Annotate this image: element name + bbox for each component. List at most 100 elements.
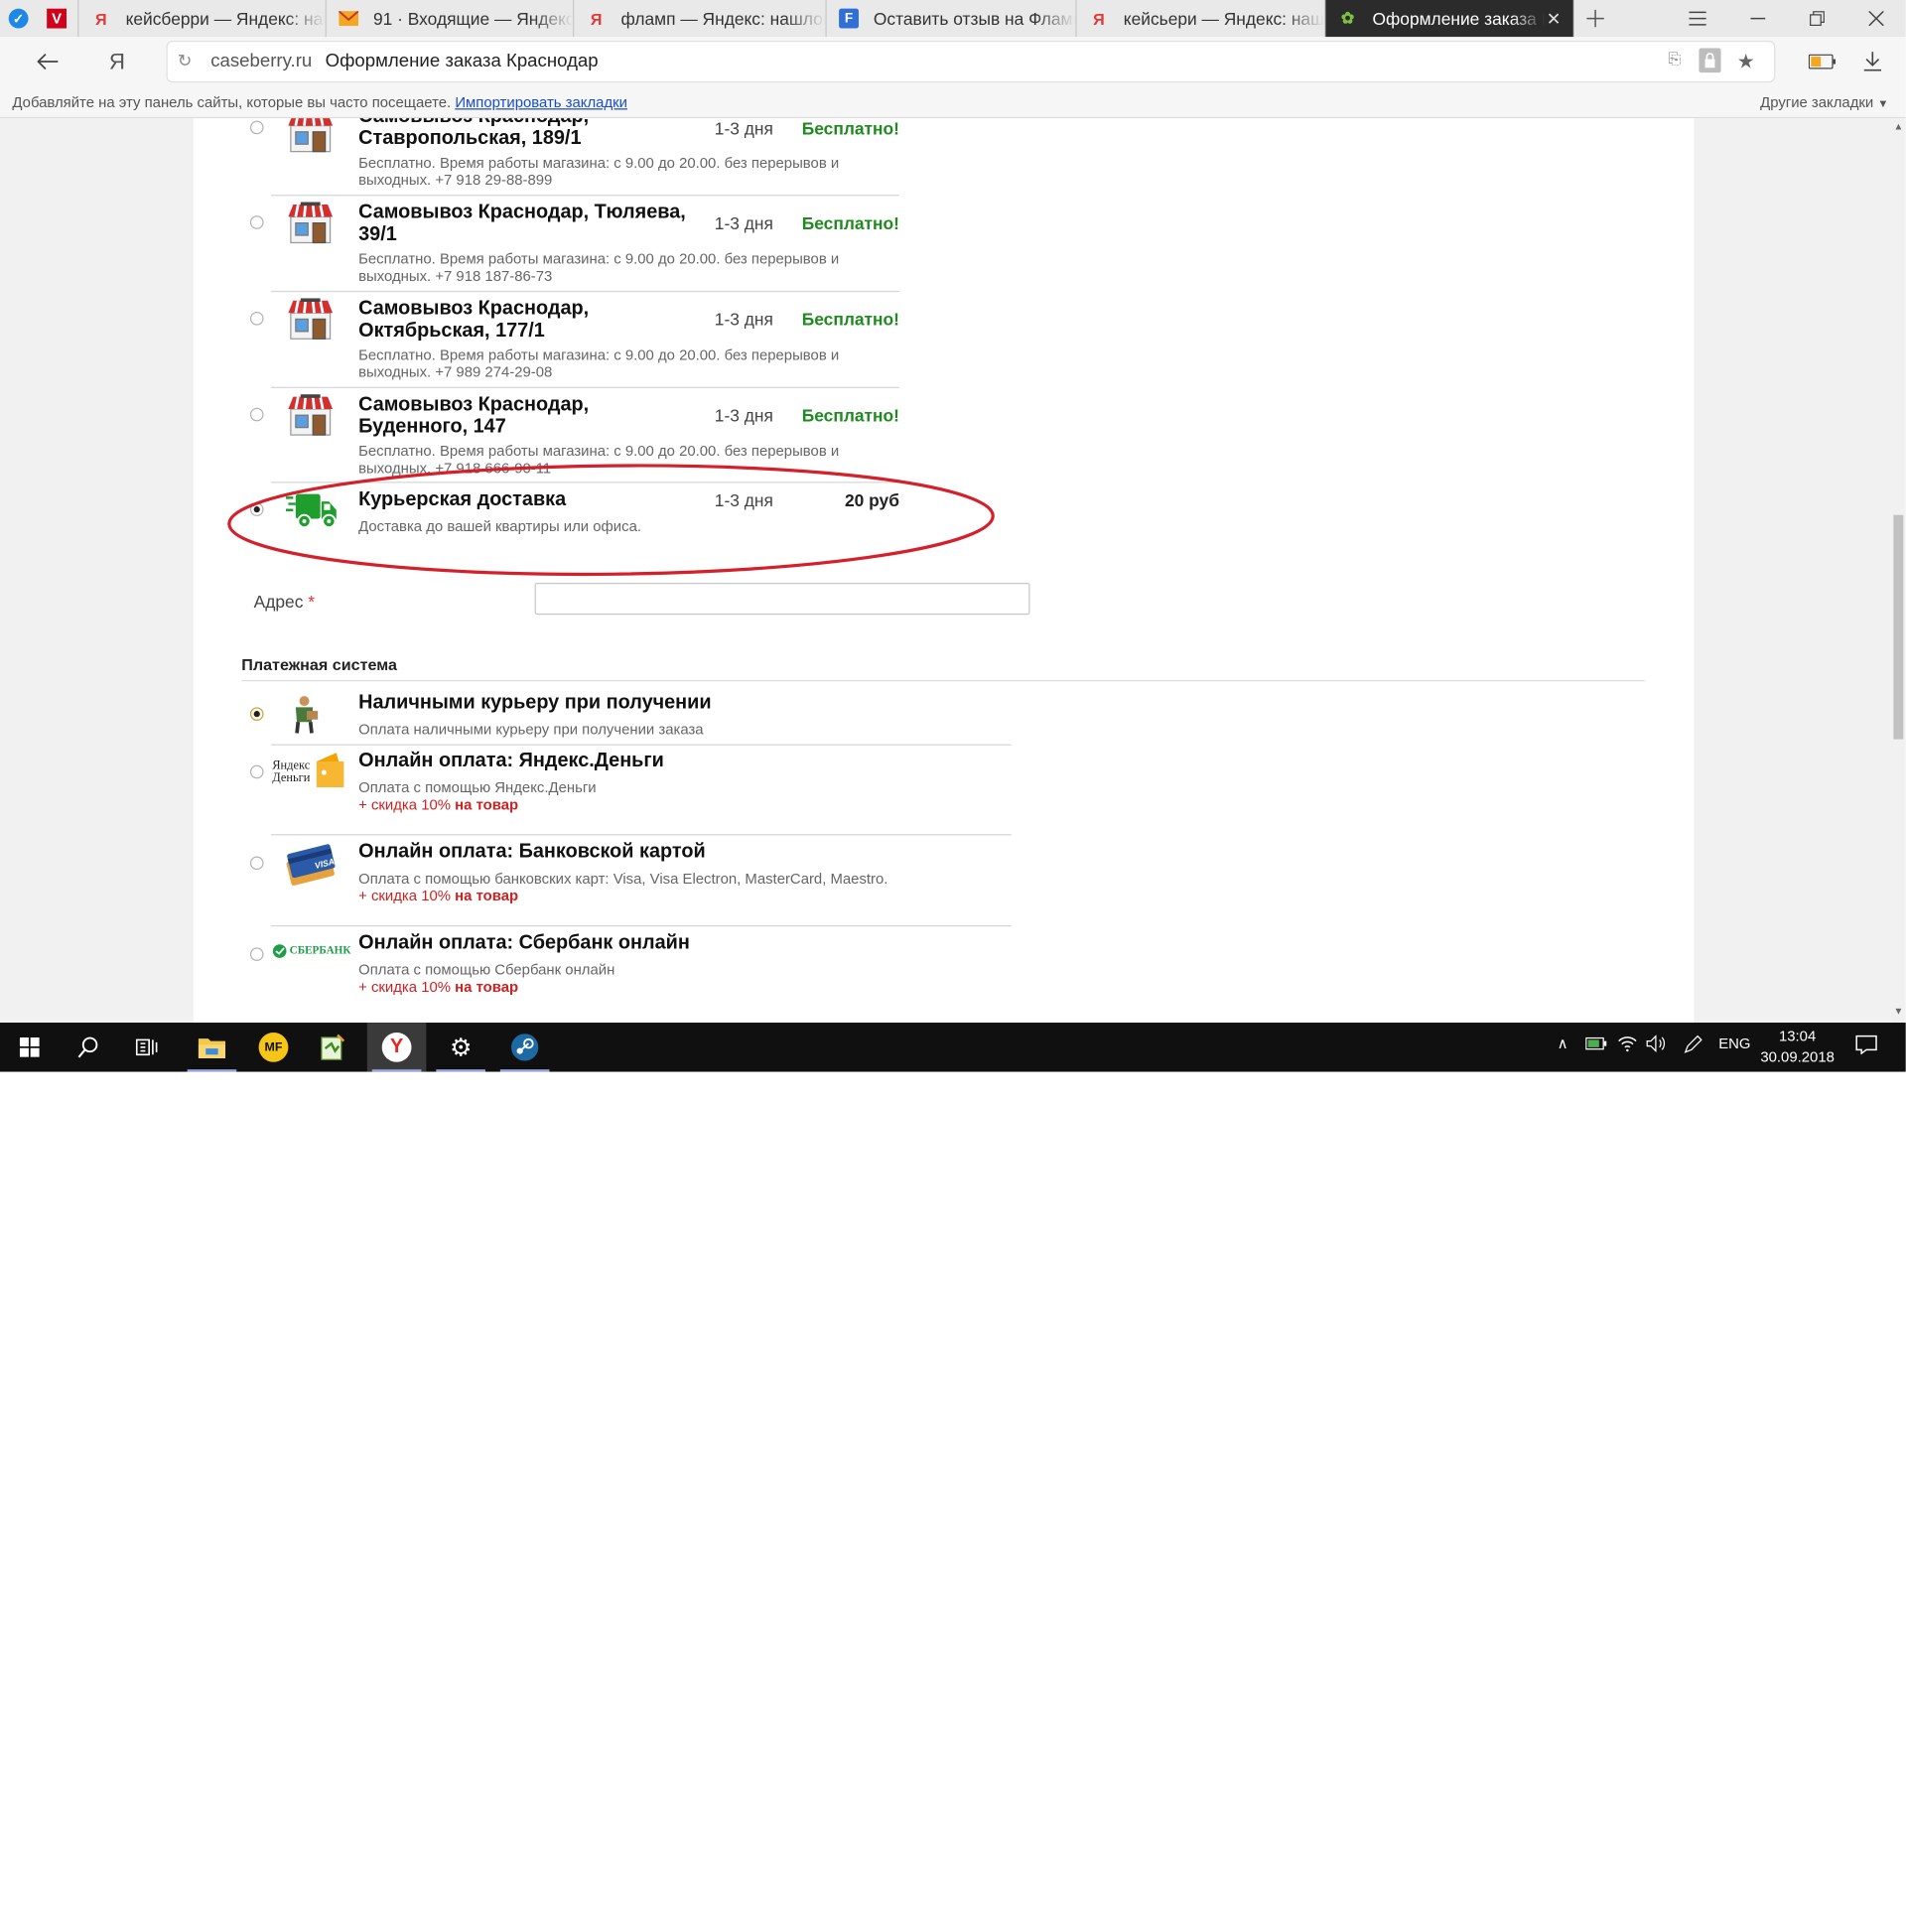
delivery-description: Бесплатно. Время работы магазина: с 9.00… xyxy=(358,249,840,285)
payment-radio-checked[interactable] xyxy=(249,707,264,721)
bank-cards-icon: VISA xyxy=(282,842,339,893)
hamburger-menu-icon[interactable] xyxy=(1670,0,1726,37)
mail-icon xyxy=(339,9,359,29)
tab-title: 91 · Входящие — Яндекс.Почта xyxy=(373,8,574,29)
delivery-price: Бесплатно! xyxy=(801,405,899,426)
scrollbar-thumb[interactable] xyxy=(1893,514,1904,740)
pen-workspace-icon[interactable] xyxy=(1683,1035,1702,1058)
discount-percent: + скидка 10% xyxy=(358,795,452,814)
delivery-title: Самовывоз Краснодар, Октябрьская, 177/1 xyxy=(358,298,590,342)
battery-icon[interactable] xyxy=(1585,1035,1607,1055)
vivaldi-v-icon: V xyxy=(47,8,68,29)
payment-title: Онлайн оплата: Сбербанк онлайн xyxy=(358,932,690,954)
windows-taskbar: MF Y ⚙ ∧ ENG 13:04 30.09.2018 xyxy=(0,1023,1906,1072)
navigation-bar: Я ↻ caseberry.ru Оформление заказа Красн… xyxy=(0,37,1906,86)
yandex-browser-icon[interactable]: Y xyxy=(366,1023,427,1072)
store-icon xyxy=(286,118,336,159)
bookmarks-hint-text: Добавляйте на эту панель сайты, которые … xyxy=(12,93,452,111)
page-viewport: Самовывоз Краснодар, Ставропольская, 189… xyxy=(0,118,1891,1024)
new-tab-button[interactable] xyxy=(1567,0,1624,37)
steam-icon[interactable] xyxy=(495,1023,555,1072)
courier-icon xyxy=(287,695,322,741)
scroll-down-arrow-icon[interactable]: ▼ xyxy=(1892,1006,1904,1021)
tab-4[interactable]: F Оставить отзыв на Фламп xyxy=(827,0,1077,38)
vertical-scrollbar[interactable]: ▲ ▼ xyxy=(1890,118,1906,1024)
yandex-money-logo-text: Яндекс Деньги xyxy=(272,759,311,785)
other-bookmarks-label: Другие закладки xyxy=(1760,93,1874,111)
delivery-price: Бесплатно! xyxy=(801,118,899,138)
discount-target: на товар xyxy=(455,887,519,904)
delivery-days: 1-3 дня xyxy=(714,405,773,426)
action-center-icon[interactable] xyxy=(1855,1035,1877,1058)
close-window-icon[interactable] xyxy=(1848,0,1905,37)
back-arrow-icon[interactable] xyxy=(30,43,67,79)
bookmarks-hint: Добавляйте на эту панель сайты, которые … xyxy=(12,93,627,110)
divider xyxy=(271,744,1012,746)
address-label: Адрес * xyxy=(254,592,315,612)
omnibox[interactable]: ↻ caseberry.ru Оформление заказа Краснод… xyxy=(167,42,1775,81)
delivery-radio[interactable] xyxy=(249,215,264,229)
mf-app-icon[interactable]: MF xyxy=(244,1023,304,1072)
delivery-title: Самовывоз Краснодар, Ставропольская, 189… xyxy=(358,118,589,150)
wifi-icon[interactable] xyxy=(1617,1035,1637,1055)
discount-note: + скидка 10% на товар xyxy=(358,888,518,904)
tab-3[interactable]: Я фламп — Яндекс: нашлось xyxy=(574,0,827,38)
delivery-days: 1-3 дня xyxy=(714,309,773,330)
divider xyxy=(271,195,899,197)
windows-start-icon[interactable] xyxy=(0,1023,60,1072)
input-language[interactable]: ENG xyxy=(1718,1035,1750,1051)
tab-1[interactable]: Я кейсберри — Яндекс: нашлось xyxy=(78,0,327,38)
delivery-radio[interactable] xyxy=(249,120,264,135)
battery-saver-icon[interactable] xyxy=(1804,43,1840,79)
downloads-icon[interactable] xyxy=(1854,43,1891,79)
other-bookmarks-button[interactable]: Другие закладки ▼ xyxy=(1760,93,1888,110)
yandex-home-icon[interactable]: Я xyxy=(98,43,135,79)
chevron-up-icon[interactable]: ∧ xyxy=(1558,1035,1568,1051)
tab-2[interactable]: 91 · Входящие — Яндекс.Почта xyxy=(327,0,575,38)
payment-radio[interactable] xyxy=(249,764,264,779)
discount-target: на товар xyxy=(455,978,519,996)
clock-date: 30.09.2018 xyxy=(1760,1048,1835,1066)
tab-6-active[interactable]: ✿ Оформление заказа Краснодар ✕ xyxy=(1325,0,1574,38)
tab-title: Оформление заказа Краснодар xyxy=(1372,8,1545,29)
delivery-radio[interactable] xyxy=(249,311,264,326)
divider xyxy=(271,924,1012,927)
delivery-price: Бесплатно! xyxy=(801,212,899,233)
tab-5[interactable]: Я кейсьери — Яндекс: нашлось xyxy=(1077,0,1326,38)
restore-icon[interactable] xyxy=(1789,0,1845,37)
search-icon[interactable] xyxy=(60,1023,119,1072)
delivery-description: Бесплатно. Время работы магазина: с 9.00… xyxy=(358,345,840,381)
yandex-y-icon: Я xyxy=(590,9,603,28)
browser-window: ✓ V Я кейсберри — Яндекс: нашлось 91 · В… xyxy=(0,0,1906,1072)
task-view-icon[interactable] xyxy=(118,1023,178,1072)
lock-icon[interactable] xyxy=(1699,48,1721,77)
flamp-icon: F xyxy=(839,8,859,29)
scroll-up-arrow-icon[interactable]: ▲ xyxy=(1892,121,1904,136)
discount-note: + скидка 10% на товар xyxy=(358,796,518,813)
reload-icon[interactable]: ↻ xyxy=(178,51,193,71)
discount-percent: + скидка 10% xyxy=(358,887,452,904)
volume-icon[interactable] xyxy=(1646,1035,1666,1055)
delivery-title: Самовывоз Краснодар, Буденного, 147 xyxy=(358,394,590,438)
notepad-icon[interactable] xyxy=(303,1023,362,1072)
browser-menu-button[interactable]: ✓ xyxy=(0,0,37,37)
yandex-money-icon: Яндекс Деньги xyxy=(272,751,348,792)
import-bookmarks-link[interactable]: Импортировать закладки xyxy=(455,93,627,110)
minimize-icon[interactable] xyxy=(1729,0,1786,37)
delivery-radio[interactable] xyxy=(249,407,264,422)
translate-icon[interactable]: ⎘ xyxy=(1668,50,1681,69)
payment-radio[interactable] xyxy=(249,947,264,961)
divider xyxy=(241,680,1645,682)
bookmark-star-icon[interactable]: ★ xyxy=(1737,50,1755,74)
file-explorer-icon[interactable] xyxy=(183,1023,242,1072)
pinned-tab[interactable]: V xyxy=(37,0,79,38)
yandex-browser-badge-icon: ✓ xyxy=(8,8,29,29)
payment-title: Наличными курьеру при получении xyxy=(358,692,712,714)
clock[interactable]: 13:04 30.09.2018 xyxy=(1749,1027,1845,1068)
payment-radio[interactable] xyxy=(249,856,264,871)
divider xyxy=(271,290,899,293)
close-tab-icon[interactable]: ✕ xyxy=(1547,8,1562,29)
settings-gear-icon[interactable]: ⚙ xyxy=(431,1023,490,1072)
logo-line: Деньги xyxy=(272,770,311,785)
address-input[interactable] xyxy=(534,582,1030,616)
